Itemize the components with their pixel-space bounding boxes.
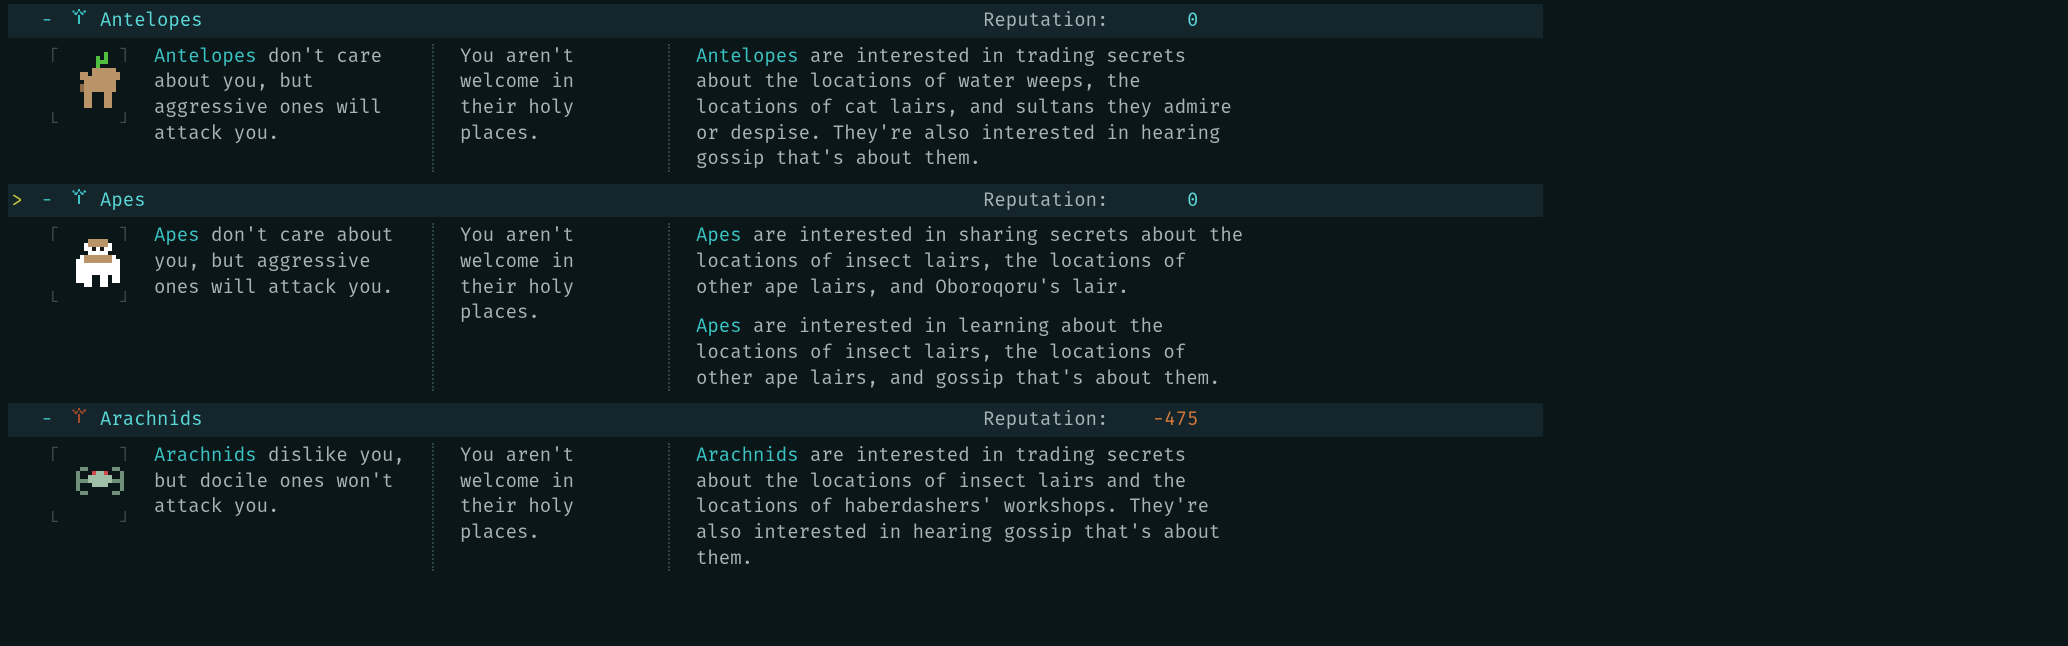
disposition-cell: Antelopes don't care about you, but aggr… xyxy=(140,44,420,172)
sprite-frame: ┌┐ └┘ xyxy=(50,443,128,529)
reputation-value: -475 xyxy=(1138,407,1198,433)
interest-subject: Antelopes xyxy=(696,45,799,68)
faction-header[interactable]: - Arachnids Reputation: -475 xyxy=(8,403,1543,437)
reputation-value: 0 xyxy=(1138,188,1198,214)
interest-paragraph: Arachnids are interested in trading secr… xyxy=(696,443,1248,571)
interest-paragraph: Antelopes are interested in trading secr… xyxy=(696,44,1248,172)
interest-subject: Arachnids xyxy=(696,444,799,467)
selector-caret-icon: > xyxy=(8,188,26,214)
faction-header[interactable]: > - Apes Reputation: 0 xyxy=(8,184,1543,218)
welcome-cell: You aren't welcome in their holy places. xyxy=(446,443,656,571)
faction-header[interactable]: - Antelopes Reputation: 0 xyxy=(8,4,1543,38)
interest-subject: Apes xyxy=(696,224,742,247)
disposition-subject: Antelopes xyxy=(154,45,257,68)
disposition-subject: Apes xyxy=(154,224,200,247)
faction-body: ┌┐ └┘ Arachnids dislike you, but docile … xyxy=(8,437,1543,577)
collapse-toggle[interactable]: - xyxy=(36,407,58,433)
welcome-cell: You aren't welcome in their holy places. xyxy=(446,223,656,391)
interest-text: are interested in learning about the loc… xyxy=(696,315,1220,389)
interests-cell: Arachnids are interested in trading secr… xyxy=(682,443,1262,571)
interests-cell: Apes are interested in sharing secrets a… xyxy=(682,223,1262,391)
reputation-label: Reputation: xyxy=(983,407,1108,433)
disposition-cell: Arachnids dislike you, but docile ones w… xyxy=(140,443,420,571)
column-separator xyxy=(432,223,434,391)
sprite-frame: ┌┐ └┘ xyxy=(50,223,128,309)
column-separator xyxy=(668,443,670,571)
sprite-frame: ┌┐ └┘ xyxy=(50,44,128,130)
collapse-toggle[interactable]: - xyxy=(36,188,58,214)
interest-paragraph: Apes are interested in sharing secrets a… xyxy=(696,223,1248,300)
reputation-value: 0 xyxy=(1138,8,1198,34)
faction-antelopes: - Antelopes Reputation: 0 ┌┐ └┘ xyxy=(8,4,1543,178)
faction-arachnids: - Arachnids Reputation: -475 ┌┐ └┘ xyxy=(8,403,1543,577)
column-separator xyxy=(668,44,670,172)
interest-text: are interested in sharing secrets about … xyxy=(696,224,1243,298)
faction-tree-icon xyxy=(68,8,90,34)
interest-paragraph: Apes are interested in learning about th… xyxy=(696,314,1248,391)
reputation-label: Reputation: xyxy=(983,8,1108,34)
faction-body: ┌┐ └┘ Antelopes don't care about you, bu… xyxy=(8,38,1543,178)
column-separator xyxy=(668,223,670,391)
faction-apes: > - Apes Reputation: 0 ┌┐ └┘ xyxy=(8,184,1543,397)
faction-body: ┌┐ └┘ Apes don't care about you, but agg… xyxy=(8,217,1543,397)
interest-subject: Apes xyxy=(696,315,742,338)
faction-tree-icon xyxy=(68,188,90,214)
faction-name: Apes xyxy=(100,188,146,214)
collapse-toggle[interactable]: - xyxy=(36,8,58,34)
faction-name: Antelopes xyxy=(100,8,203,34)
faction-name: Arachnids xyxy=(100,407,203,433)
column-separator xyxy=(432,44,434,172)
interests-cell: Antelopes are interested in trading secr… xyxy=(682,44,1262,172)
reputation-label: Reputation: xyxy=(983,188,1108,214)
faction-tree-icon xyxy=(68,407,90,433)
disposition-subject: Arachnids xyxy=(154,444,257,467)
disposition-cell: Apes don't care about you, but aggressiv… xyxy=(140,223,420,391)
welcome-cell: You aren't welcome in their holy places. xyxy=(446,44,656,172)
column-separator xyxy=(432,443,434,571)
